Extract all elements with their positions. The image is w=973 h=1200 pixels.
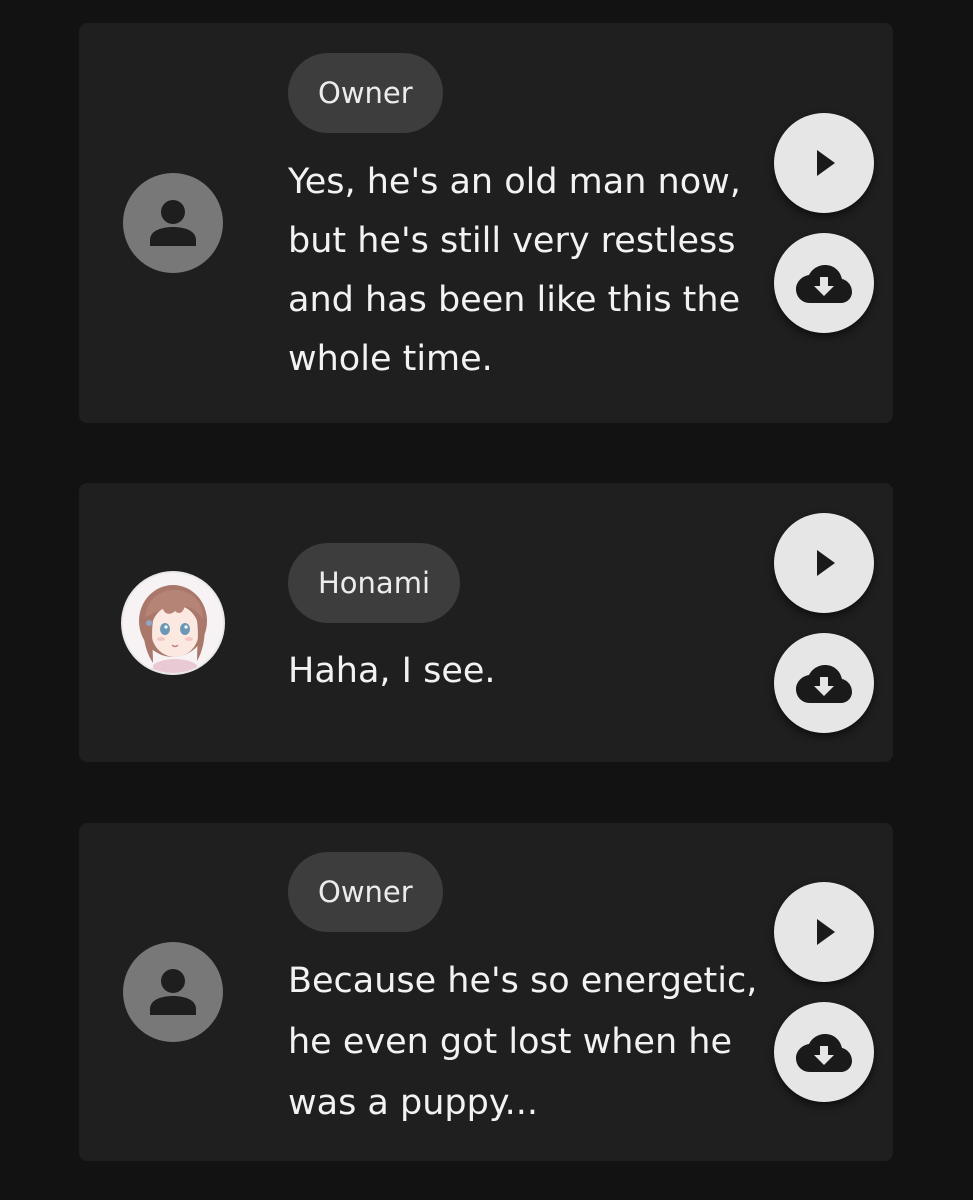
avatar xyxy=(123,942,223,1042)
avatar xyxy=(123,173,223,273)
person-icon xyxy=(150,200,196,246)
dialogue-text: Because he's so energetic, he even got l… xyxy=(288,961,758,1123)
play-icon xyxy=(817,150,835,176)
play-button[interactable] xyxy=(774,513,874,613)
dialogue-card: Owner Because he's so energetic, he even… xyxy=(79,823,893,1161)
cloud-download-icon xyxy=(796,1034,852,1072)
play-button[interactable] xyxy=(774,882,874,982)
cloud-download-icon xyxy=(796,265,852,303)
speaker-chip: Honami xyxy=(288,543,461,623)
dialogue-card: Owner Yes, he's an old man now, but he's… xyxy=(79,23,893,423)
cloud-download-icon xyxy=(796,665,852,703)
download-button[interactable] xyxy=(774,233,874,333)
download-button[interactable] xyxy=(774,633,874,733)
dialogue-text: Yes, he's an old man now, but he's still… xyxy=(288,162,741,379)
person-icon xyxy=(150,969,196,1015)
play-icon xyxy=(817,919,835,945)
play-button[interactable] xyxy=(774,113,874,213)
character-portrait xyxy=(123,573,223,673)
play-icon xyxy=(817,550,835,576)
speaker-chip: Owner xyxy=(288,53,443,133)
speaker-chip: Owner xyxy=(288,852,443,932)
dialogue-card: Honami Haha, I see. xyxy=(79,483,893,762)
dialogue-text: Haha, I see. xyxy=(288,651,496,691)
download-button[interactable] xyxy=(774,1002,874,1102)
dialogue-list: Owner Yes, he's an old man now, but he's… xyxy=(0,0,973,1200)
avatar xyxy=(123,573,223,673)
